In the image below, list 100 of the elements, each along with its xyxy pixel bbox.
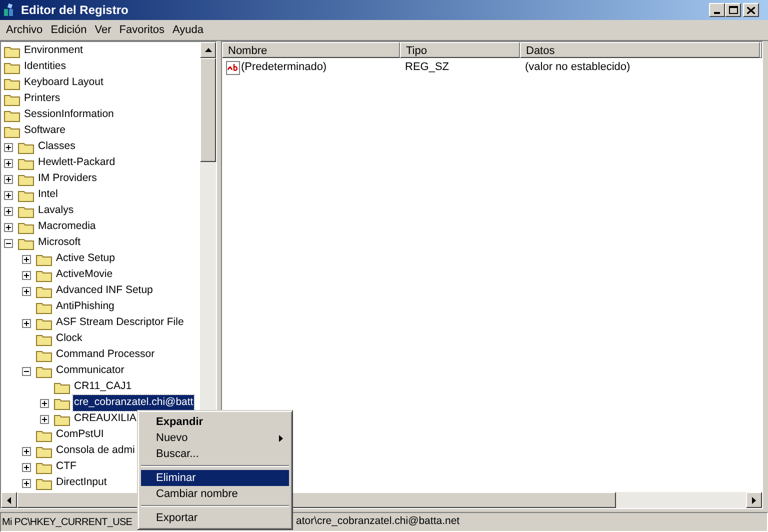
tree-item[interactable]: Lavalys — [37, 203, 75, 219]
tree-item[interactable]: ComPstUI — [55, 427, 105, 443]
expand-icon[interactable] — [40, 398, 49, 408]
expand-icon[interactable] — [22, 286, 31, 296]
column-header[interactable]: Nombre — [222, 42, 400, 58]
folder-icon — [36, 252, 52, 266]
expand-icon[interactable] — [22, 446, 31, 456]
folder-icon — [18, 236, 34, 250]
status-text: ator\cre_cobranzatel.chi@batta.net — [296, 514, 460, 530]
folder-icon — [36, 284, 52, 298]
tree-item[interactable]: Printers — [23, 91, 62, 107]
folder-icon — [36, 316, 52, 330]
tree-item[interactable]: ASF Stream Descriptor File — [55, 315, 185, 331]
menu-option[interactable]: Nuevo — [141, 430, 289, 446]
menu-option[interactable]: Exportar — [141, 510, 289, 526]
tree-item[interactable]: Environment — [23, 43, 84, 59]
expand-icon[interactable] — [22, 254, 31, 264]
menu-option[interactable]: Eliminar — [141, 470, 289, 486]
menu-option[interactable]: Expandir — [141, 414, 289, 430]
folder-icon — [18, 188, 34, 202]
tree-item[interactable]: Intel — [37, 187, 59, 203]
value-type: REG_SZ — [405, 61, 450, 74]
close-button[interactable] — [743, 3, 759, 17]
tree-item[interactable]: Identities — [23, 59, 68, 75]
menu-item[interactable]: Ayuda — [168, 21, 208, 39]
expand-icon[interactable] — [4, 206, 13, 216]
tree-item[interactable]: AntiPhishing — [55, 299, 116, 315]
tree-item[interactable]: cre_cobranzatel.chi@batt — [73, 395, 194, 411]
expand-icon[interactable] — [4, 142, 13, 152]
expand-icon[interactable] — [4, 222, 13, 232]
tree-item[interactable]: ActiveMovie — [55, 267, 114, 283]
folder-icon — [4, 124, 20, 138]
folder-icon — [4, 108, 20, 122]
column-header[interactable]: Datos — [520, 42, 760, 58]
folder-icon — [4, 60, 20, 74]
folder-icon — [4, 44, 20, 58]
expand-icon[interactable] — [40, 414, 49, 424]
expand-icon[interactable] — [4, 174, 13, 184]
folder-icon — [36, 300, 52, 314]
menu-item[interactable]: Archivo — [2, 21, 47, 39]
folder-icon — [36, 428, 52, 442]
expand-icon[interactable] — [4, 190, 13, 200]
folder-icon — [4, 76, 20, 90]
tree-item[interactable]: SessionInformation — [23, 107, 115, 123]
folder-icon — [18, 204, 34, 218]
value-name: (Predeterminado) — [241, 60, 327, 76]
folder-icon — [36, 476, 52, 490]
minimize-icon — [714, 12, 720, 14]
maximize-button[interactable] — [725, 3, 741, 17]
menu-option[interactable]: Cambiar nombre — [141, 486, 289, 502]
menu-item[interactable]: Edición — [46, 21, 91, 39]
folder-icon — [36, 444, 52, 458]
right-arrow-icon — [752, 496, 756, 504]
folder-icon — [4, 92, 20, 106]
menu-option[interactable]: Buscar... — [141, 446, 289, 462]
menu-item[interactable]: Ver — [90, 21, 116, 39]
window-title: Editor del Registro — [21, 2, 130, 19]
expand-icon[interactable] — [4, 238, 13, 248]
expand-icon[interactable] — [22, 478, 31, 488]
up-arrow-icon — [204, 48, 212, 52]
left-arrow-icon — [7, 496, 11, 504]
folder-icon — [18, 172, 34, 186]
tree-item[interactable]: Consola de admi — [55, 443, 136, 459]
tree-item[interactable]: CTF — [55, 459, 78, 475]
tree-item[interactable]: CREAUXILIA — [73, 411, 138, 427]
tree-item[interactable]: Macromedia — [37, 219, 97, 235]
status-text: Mi PC\HKEY_CURRENT_USE — [2, 516, 132, 530]
tree-item[interactable]: Classes — [37, 139, 76, 155]
expand-icon[interactable] — [22, 462, 31, 472]
menu-item[interactable]: Favoritos — [115, 21, 169, 39]
folder-icon — [54, 396, 70, 410]
tree-item[interactable]: Clock — [55, 331, 84, 347]
string-value-icon — [226, 60, 240, 74]
submenu-arrow-icon — [279, 434, 283, 442]
folder-icon — [36, 364, 52, 378]
maximize-icon — [728, 6, 738, 14]
tree-item[interactable]: IM Providers — [37, 171, 98, 187]
expand-icon[interactable] — [4, 158, 13, 168]
tree-item[interactable]: Hewlett-Packard — [37, 155, 116, 171]
close-icon — [747, 6, 755, 14]
tree-item[interactable]: Advanced INF Setup — [55, 283, 154, 299]
tree-item[interactable]: Communicator — [55, 363, 126, 379]
folder-icon — [54, 412, 70, 426]
tree-item[interactable]: DirectInput — [55, 475, 108, 491]
minimize-button[interactable] — [709, 3, 725, 17]
tree-item[interactable]: Keyboard Layout — [23, 75, 104, 91]
folder-icon — [36, 332, 52, 346]
column-header[interactable]: Tipo — [400, 42, 520, 58]
expand-icon[interactable] — [22, 318, 31, 328]
tree-item[interactable]: Active Setup — [55, 251, 116, 267]
folder-icon — [18, 156, 34, 170]
expand-icon[interactable] — [22, 270, 31, 280]
folder-icon — [54, 380, 70, 394]
tree-item[interactable]: Microsoft — [37, 235, 82, 251]
folder-icon — [36, 348, 52, 362]
value-data: (valor no establecido) — [525, 61, 630, 74]
tree-item[interactable]: Software — [23, 123, 66, 139]
tree-item[interactable]: CR11_CAJ1 — [73, 379, 133, 395]
expand-icon[interactable] — [22, 366, 31, 376]
tree-item[interactable]: Command Processor — [55, 347, 156, 363]
